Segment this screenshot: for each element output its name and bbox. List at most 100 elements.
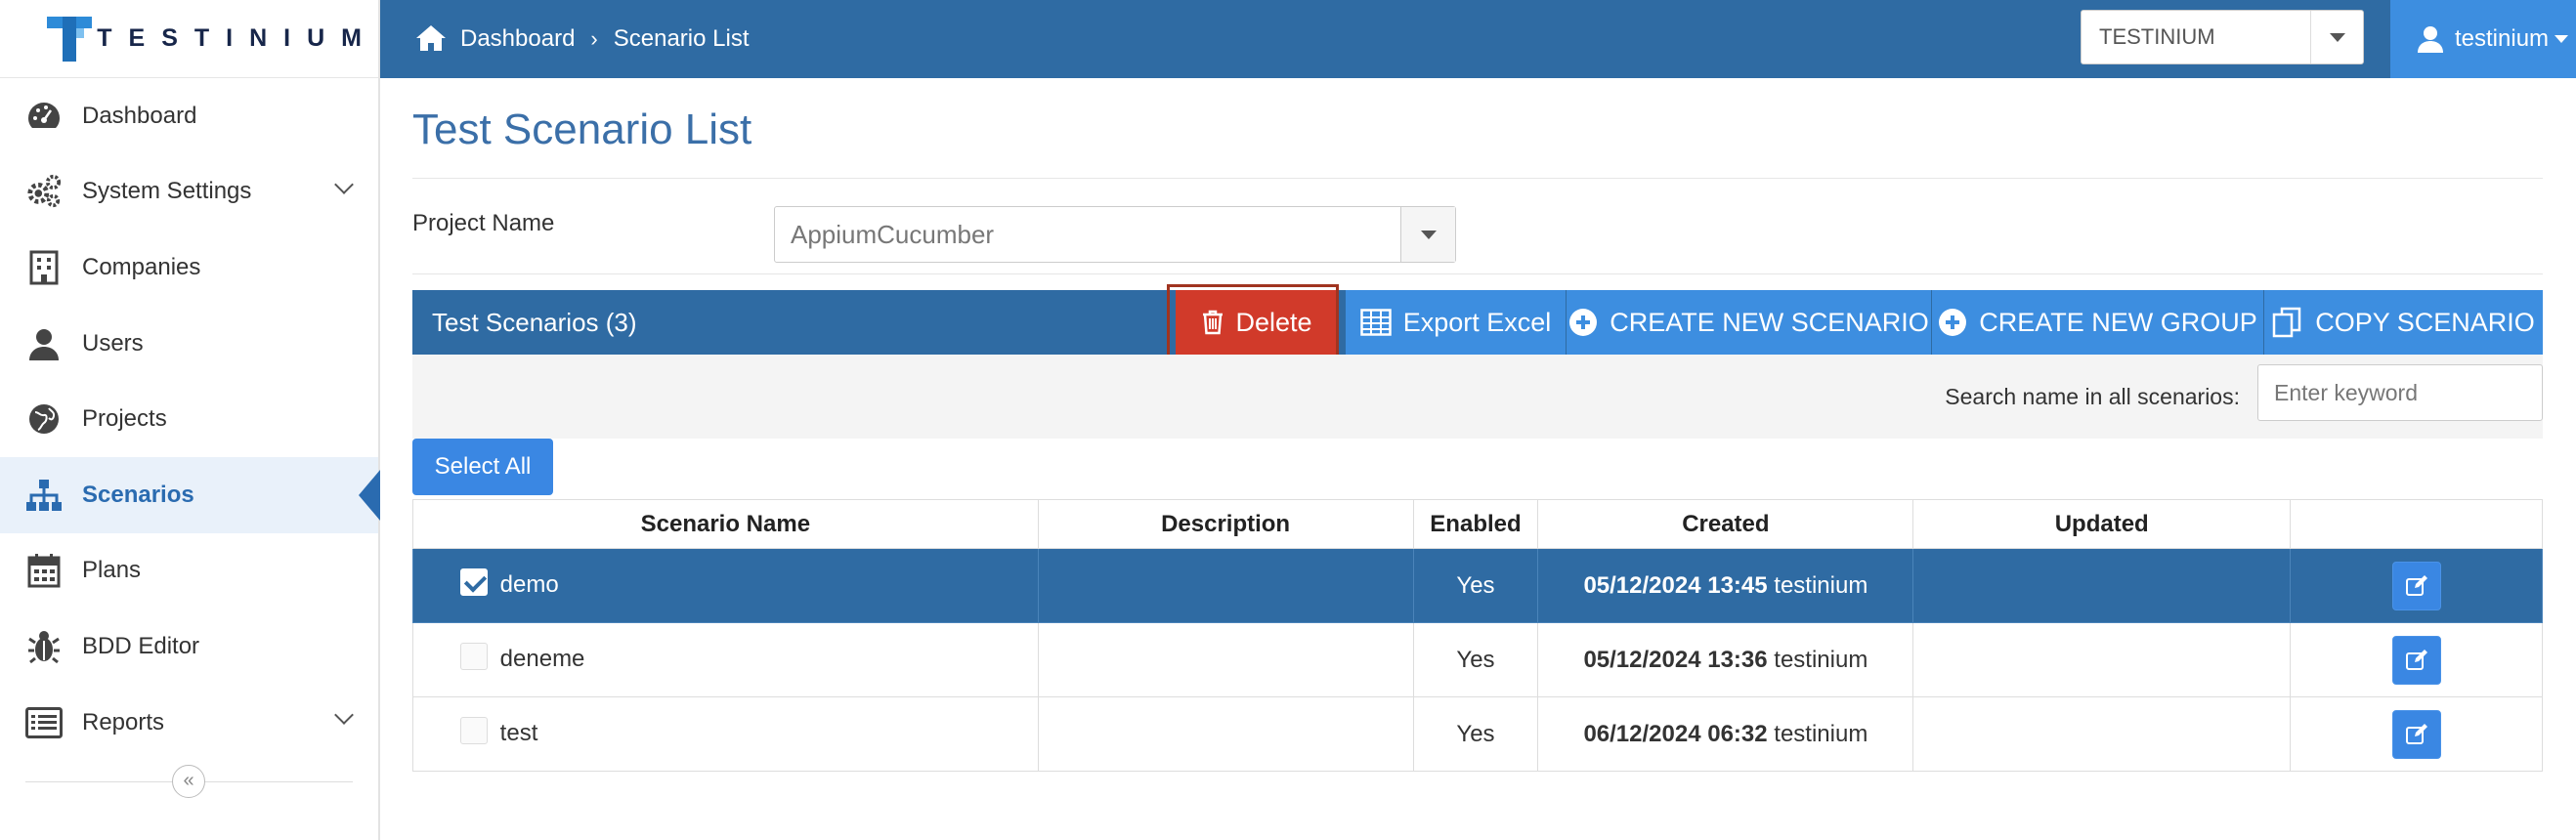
project-row: Project Name AppiumCucumber [412,179,2543,274]
project-label: Project Name [412,210,555,236]
plus-circle-icon [1938,308,1967,337]
updated-cell [1912,622,2292,697]
actions-cell [2290,548,2543,623]
trash-icon [1202,310,1224,335]
row-checkbox[interactable] [460,642,488,670]
column-header-created[interactable]: Created [1537,499,1914,549]
description-cell [1037,548,1414,623]
column-header-enabled[interactable]: Enabled [1412,499,1539,549]
created-by: testinium [1774,571,1868,599]
dashboard-icon [25,98,63,135]
edit-icon [2405,649,2427,670]
organization-select[interactable]: TESTINIUM [2081,10,2364,64]
search-input[interactable] [2257,364,2543,421]
row-checkbox[interactable] [460,716,488,744]
breadcrumb-dashboard[interactable]: Dashboard [460,25,575,53]
sidebar-item-label: Companies [82,253,201,280]
table-header-row: Scenario Name Description Enabled Create… [412,499,2543,549]
enabled-cell: Yes [1412,622,1539,697]
scenario-name-cell: demo [412,548,1039,623]
edit-icon [2405,723,2427,744]
created-cell: 06/12/2024 06:32 testinium [1537,696,1914,772]
scenario-name: demo [499,571,559,599]
create-new-group-button[interactable]: CREATE NEW GROUP [1931,290,2263,355]
created-cell: 05/12/2024 13:36 testinium [1537,622,1914,697]
updated-cell [1912,548,2292,623]
copy-icon [2272,307,2303,338]
edit-button[interactable] [2391,561,2441,610]
row-checkbox[interactable] [460,567,488,596]
copy-label: COPY SCENARIO [2315,307,2535,337]
top-bar: Dashboard › Scenario List TESTINIUM test… [380,0,2576,78]
edit-button[interactable] [2391,709,2441,759]
user-icon [25,325,63,362]
description-cell [1037,696,1414,772]
user-menu-button[interactable]: testinium [2390,0,2576,78]
building-icon [25,249,63,286]
gears-icon [25,173,63,210]
dropdown-arrow-icon[interactable] [2310,11,2363,63]
table-icon [1359,309,1392,336]
column-header-actions [2290,499,2543,549]
column-header-scenario-name[interactable]: Scenario Name [412,499,1039,549]
breadcrumb-separator-icon: › [590,26,598,51]
sidebar-item-label: Scenarios [82,481,194,508]
created-by: testinium [1774,646,1868,673]
sidebar-item-bdd-editor[interactable]: BDD Editor [0,609,378,685]
sidebar-item-plans[interactable]: Plans [0,533,378,609]
sidebar-item-users[interactable]: Users [0,306,378,382]
sidebar-item-reports[interactable]: Reports [0,685,378,761]
chevron-down-icon [334,174,354,194]
create-scenario-label: CREATE NEW SCENARIO [1610,307,1929,337]
collapse-sidebar-button[interactable]: « [172,765,205,798]
scenario-name: deneme [499,646,585,673]
project-select[interactable]: AppiumCucumber [774,206,1456,263]
actions-cell [2290,696,2543,772]
description-cell [1037,622,1414,697]
sidebar-item-projects[interactable]: Projects [0,381,378,457]
scenario-name-cell: deneme [412,622,1039,697]
sidebar-collapse-row: « [25,762,353,801]
actions-cell [2290,622,2543,697]
list-icon [25,704,63,741]
edit-button[interactable] [2391,635,2441,685]
created-cell: 05/12/2024 13:45 testinium [1537,548,1914,623]
scenario-name: test [499,720,538,747]
chevron-down-icon [334,704,354,725]
column-header-updated[interactable]: Updated [1912,499,2292,549]
create-new-scenario-button[interactable]: CREATE NEW SCENARIO [1566,290,1931,355]
column-header-description[interactable]: Description [1037,499,1414,549]
export-excel-button[interactable]: Export Excel [1345,290,1566,355]
table-row[interactable]: demo Yes 05/12/2024 13:45 testinium [412,548,2543,623]
search-bar: Search name in all scenarios: [412,355,2543,439]
sidebar-item-scenarios[interactable]: Scenarios [0,456,380,533]
scenario-name-cell: test [412,696,1039,772]
search-label: Search name in all scenarios: [1945,384,2240,409]
delete-button[interactable]: Delete [1175,290,1339,355]
created-date: 06/12/2024 06:32 [1583,720,1768,747]
plus-circle-icon [1568,308,1598,337]
sidebar-item-system-settings[interactable]: System Settings [0,154,378,231]
updated-cell [1912,696,2292,772]
table-row[interactable]: deneme Yes 05/12/2024 13:36 testinium [412,622,2543,697]
sidebar-nav: Dashboard System Settings Companies User… [0,78,380,761]
table-row[interactable]: test Yes 06/12/2024 06:32 testinium [412,696,2543,772]
calendar-icon [25,552,63,589]
home-icon[interactable] [415,23,447,55]
sidebar-item-label: BDD Editor [82,632,200,659]
bug-icon [25,628,63,665]
logo[interactable]: TESTINIUM [0,0,378,78]
user-name: testinium [2455,25,2550,52]
created-by: testinium [1774,720,1868,747]
sidebar-item-dashboard[interactable]: Dashboard [0,78,378,154]
enabled-cell: Yes [1412,548,1539,623]
dropdown-arrow-icon[interactable] [1400,207,1455,262]
select-all-button[interactable]: Select All [412,439,553,495]
enabled-cell: Yes [1412,696,1539,772]
copy-scenario-button[interactable]: COPY SCENARIO [2263,290,2543,355]
select-all-row: Select All [412,439,2543,499]
scenario-table: Scenario Name Description Enabled Create… [412,499,2543,772]
sidebar-item-companies[interactable]: Companies [0,230,378,306]
sidebar-item-label: System Settings [82,178,252,205]
created-date: 05/12/2024 13:36 [1583,646,1768,673]
